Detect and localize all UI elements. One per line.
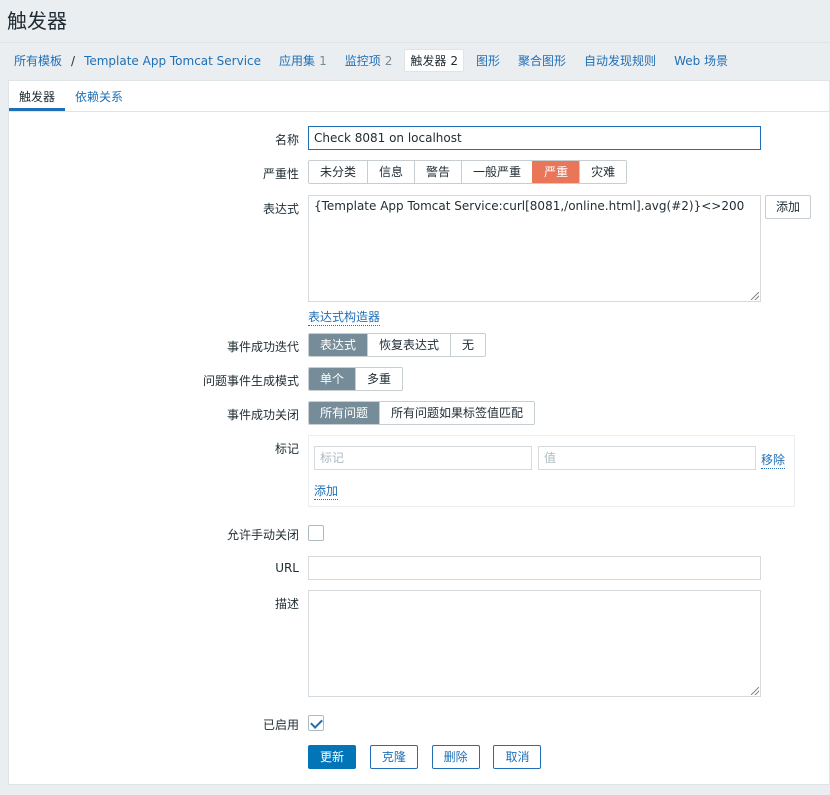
tag-value-input[interactable]: [538, 446, 756, 470]
tag-remove-link[interactable]: 移除: [761, 451, 786, 469]
update-button[interactable]: 更新: [308, 745, 356, 769]
severity-average[interactable]: 一般严重: [461, 161, 533, 183]
ok-closes-tag-match[interactable]: 所有问题如果标签值匹配: [379, 402, 535, 424]
form-tabs: 触发器 依赖关系: [9, 81, 829, 112]
name-input[interactable]: [308, 126, 761, 150]
severity-selector: 未分类 信息 警告 一般严重 严重 灾难: [308, 160, 628, 184]
severity-high[interactable]: 严重: [532, 161, 580, 183]
nav-web-scenarios[interactable]: Web 场景: [674, 52, 728, 69]
problem-mode-multiple[interactable]: 多重: [355, 368, 403, 390]
problem-mode-single[interactable]: 单个: [309, 368, 356, 390]
url-input[interactable]: [308, 556, 761, 580]
expression-label: 表达式: [262, 202, 299, 216]
delete-button[interactable]: 删除: [431, 745, 480, 769]
description-textarea[interactable]: [308, 590, 761, 697]
manual-close-label: 允许手动关闭: [226, 528, 299, 542]
severity-warning[interactable]: 警告: [414, 161, 462, 183]
clone-button[interactable]: 克隆: [369, 745, 418, 769]
trigger-form-panel: 触发器 依赖关系 名称 严重性 未分类 信息 警告 一般严重 严重 灾难 表达式…: [8, 80, 830, 785]
problem-mode-label: 问题事件生成模式: [202, 374, 299, 388]
expression-constructor-link[interactable]: 表达式构造器: [308, 308, 381, 326]
resize-handle-icon[interactable]: [751, 687, 759, 695]
ok-event-none[interactable]: 无: [450, 334, 486, 356]
expression-textarea[interactable]: {Template App Tomcat Service:curl[8081,/…: [308, 195, 761, 302]
url-label: URL: [275, 561, 299, 575]
nav-items[interactable]: 监控项 2: [345, 52, 393, 69]
description-label: 描述: [274, 597, 299, 611]
ok-event-generation-label: 事件成功迭代: [226, 340, 299, 354]
resize-handle-icon[interactable]: [751, 292, 759, 300]
cancel-button[interactable]: 取消: [493, 745, 542, 769]
page-header: 触发器: [0, 0, 830, 42]
enabled-label: 已启用: [262, 718, 299, 732]
severity-label: 严重性: [262, 167, 299, 181]
tab-trigger[interactable]: 触发器: [9, 81, 66, 111]
severity-not-classified[interactable]: 未分类: [309, 161, 368, 183]
breadcrumb-host[interactable]: Template App Tomcat Service: [84, 54, 261, 68]
tab-dependencies[interactable]: 依赖关系: [65, 81, 133, 111]
name-label: 名称: [274, 133, 299, 147]
severity-information[interactable]: 信息: [367, 161, 415, 183]
ok-event-recovery-expression[interactable]: 恢复表达式: [367, 334, 451, 356]
tags-container: 移除 添加: [308, 435, 795, 507]
tags-label: 标记: [274, 442, 299, 456]
problem-mode-selector: 单个 多重: [308, 367, 404, 391]
ok-event-closes-selector: 所有问题 所有问题如果标签值匹配: [308, 401, 536, 425]
expression-add-button[interactable]: 添加: [765, 195, 812, 219]
tag-name-input[interactable]: [314, 446, 532, 470]
nav-screens[interactable]: 聚合图形: [518, 52, 566, 69]
ok-event-generation-selector: 表达式 恢复表达式 无: [308, 333, 487, 357]
nav-discovery-rules[interactable]: 自动发现规则: [584, 52, 656, 69]
ok-closes-all-problems[interactable]: 所有问题: [309, 402, 380, 424]
host-navigation: 所有模板 / Template App Tomcat Service 应用集 1 …: [0, 42, 830, 78]
manual-close-checkbox[interactable]: [308, 525, 324, 541]
page-title: 触发器: [7, 9, 67, 33]
severity-disaster[interactable]: 灾难: [579, 161, 627, 183]
enabled-checkbox[interactable]: [308, 715, 324, 731]
tag-add-link[interactable]: 添加: [314, 482, 339, 500]
form-buttons: 更新 克隆 删除 取消: [308, 745, 551, 769]
nav-applications[interactable]: 应用集 1: [279, 52, 327, 69]
ok-event-closes-label: 事件成功关闭: [226, 408, 299, 422]
nav-graphs[interactable]: 图形: [476, 52, 500, 69]
nav-triggers[interactable]: 触发器 2: [404, 49, 465, 72]
breadcrumb-separator: /: [71, 53, 76, 68]
ok-event-expression[interactable]: 表达式: [309, 334, 368, 356]
breadcrumb-all-templates[interactable]: 所有模板: [14, 52, 62, 69]
